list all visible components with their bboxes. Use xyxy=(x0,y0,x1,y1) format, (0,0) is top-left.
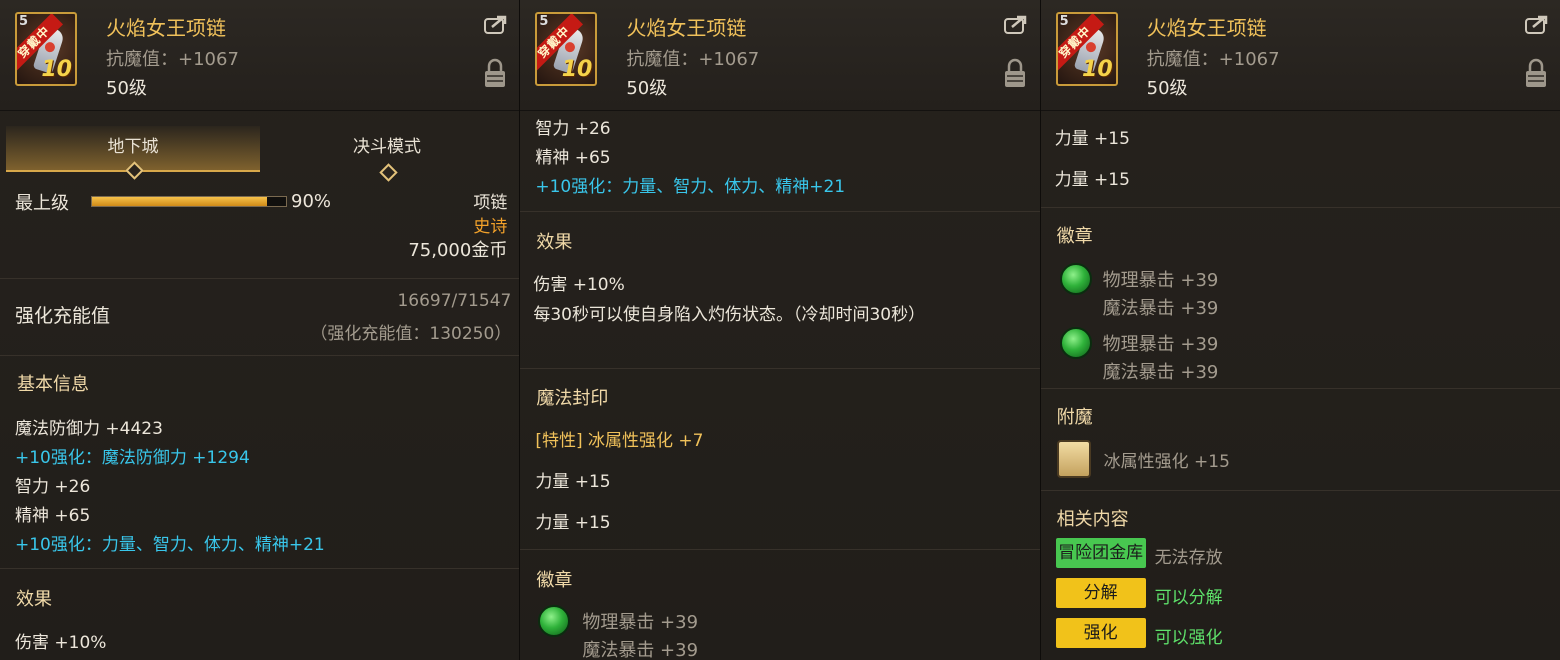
emblem-line: 魔法暴击 +39 xyxy=(1102,362,1219,383)
icon-level-tag: 5 xyxy=(1059,14,1069,29)
emblem-title: 徽章 xyxy=(1056,226,1093,247)
emblem-gem-icon xyxy=(1059,263,1092,295)
charge-total: （强化充能值：130250） xyxy=(310,324,512,344)
tab-indicator-icon xyxy=(379,163,398,182)
charge-value: 16697/71547 xyxy=(397,291,512,311)
share-icon[interactable] xyxy=(1524,14,1549,34)
stat-line: +10强化：力量、智力、体力、精神+21 xyxy=(535,177,846,197)
related-status: 可以强化 xyxy=(1154,628,1223,648)
effect-line: 伤害 +10% xyxy=(533,275,625,295)
tab-dungeon-label: 地下城 xyxy=(107,137,159,157)
mode-tabs: 地下城 决斗模式 xyxy=(6,126,514,182)
tooltip-panel-3: 5 穿戴中 10 火焰女王项链 抗魔值：+1067 50级 力量 +15 力量 … xyxy=(1040,0,1560,660)
item-icon: 5 穿戴中 10 xyxy=(1055,12,1118,86)
enchant-line: 冰属性强化 +15 xyxy=(1103,452,1230,472)
share-icon[interactable] xyxy=(484,14,508,34)
effect-title: 效果 xyxy=(16,589,52,610)
divider xyxy=(1040,490,1560,491)
seal-line: 力量 +15 xyxy=(535,513,611,533)
divider xyxy=(1040,207,1560,208)
item-header: 5 穿戴中 10 火焰女王项链 抗魔值：+1067 50级 xyxy=(520,0,1040,111)
tab-pvp[interactable]: 决斗模式 xyxy=(260,126,514,182)
lock-icon[interactable] xyxy=(1004,58,1026,88)
item-level: 50级 xyxy=(106,78,147,99)
item-type: 项链 xyxy=(473,193,508,213)
seal-line: 力量 +15 xyxy=(535,472,611,492)
divider xyxy=(0,568,520,569)
tab-dungeon[interactable]: 地下城 xyxy=(6,126,260,180)
seal-title: 魔法封印 xyxy=(536,388,609,409)
effect-line: 伤害 +10% xyxy=(15,633,107,653)
item-name: 火焰女王项链 xyxy=(106,16,226,40)
icon-level-tag: 5 xyxy=(539,14,549,29)
emblem-line: 魔法暴击 +39 xyxy=(1102,298,1219,319)
tooltip-panel-2: 5 穿戴中 10 火焰女王项链 抗魔值：+1067 50级 智力 +26 精神 … xyxy=(520,0,1041,660)
divider xyxy=(0,278,520,279)
item-header: 5 穿戴中 10 火焰女王项链 抗魔值：+1067 50级 xyxy=(0,0,520,111)
emblem-title: 徽章 xyxy=(536,570,573,591)
item-name: 火焰女王项链 xyxy=(1146,16,1267,40)
stat-line: 智力 +26 xyxy=(15,477,91,497)
enhance-button[interactable]: 强化 xyxy=(1055,618,1146,648)
item-header: 5 穿戴中 10 火焰女王项链 抗魔值：+1067 50级 xyxy=(1040,0,1560,111)
item-resist: 抗魔值：+1067 xyxy=(1146,49,1280,70)
emblem-gem-icon xyxy=(538,605,571,637)
lock-icon[interactable] xyxy=(1525,58,1547,88)
icon-plus-level: 10 xyxy=(561,57,593,82)
stat-line: 精神 +65 xyxy=(535,148,611,168)
item-resist: 抗魔值：+1067 xyxy=(106,49,239,70)
related-title: 相关内容 xyxy=(1056,509,1129,530)
grade-progress-bar xyxy=(91,196,287,207)
divider xyxy=(1040,388,1560,389)
charge-label: 强化充能值 xyxy=(15,305,111,327)
emblem-line: 物理暴击 +39 xyxy=(1102,270,1219,291)
icon-plus-level: 10 xyxy=(1082,57,1113,82)
related-status: 可以分解 xyxy=(1154,588,1223,608)
stat-line: 魔法防御力 +4423 xyxy=(15,419,163,439)
tab-indicator-icon xyxy=(125,161,144,180)
divider xyxy=(520,549,1040,550)
icon-level-tag: 5 xyxy=(19,14,29,29)
divider xyxy=(520,368,1040,369)
stat-line: +10强化：魔法防御力 +1294 xyxy=(15,448,250,468)
share-icon[interactable] xyxy=(1004,14,1028,34)
basic-info-title: 基本信息 xyxy=(17,374,89,395)
item-resist: 抗魔值：+1067 xyxy=(626,49,760,70)
item-icon: 5 穿戴中 10 xyxy=(15,12,77,86)
adventure-vault-button[interactable]: 冒险团金库 xyxy=(1055,538,1146,568)
seal-line: [特性] 冰属性强化 +7 xyxy=(535,431,704,451)
effect-line: 每30秒可以使自身陷入灼伤状态。（冷却时间30秒） xyxy=(533,305,926,325)
divider xyxy=(520,211,1040,212)
item-level: 50级 xyxy=(1146,78,1188,99)
item-tooltip-screen: 5 穿戴中 10 火焰女王项链 抗魔值：+1067 50级 地下城 决斗模式 最… xyxy=(0,0,1560,660)
related-status: 无法存放 xyxy=(1154,548,1223,568)
enchant-card-icon xyxy=(1056,440,1091,478)
seal-line: 力量 +15 xyxy=(1054,170,1130,190)
stat-line: +10强化：力量、智力、体力、精神+21 xyxy=(15,535,325,555)
grade-label: 最上级 xyxy=(15,193,69,214)
lock-icon[interactable] xyxy=(484,58,506,88)
emblem-line: 物理暴击 +39 xyxy=(582,612,699,633)
divider xyxy=(0,355,520,356)
enchant-title: 附魔 xyxy=(1056,407,1093,428)
tab-pvp-label: 决斗模式 xyxy=(353,137,421,157)
emblem-line: 魔法暴击 +39 xyxy=(582,640,699,660)
grade-percent: 90% xyxy=(291,191,332,212)
effect-title: 效果 xyxy=(536,232,573,253)
stat-line: 精神 +65 xyxy=(15,506,91,526)
item-name: 火焰女王项链 xyxy=(626,16,747,40)
emblem-gem-icon xyxy=(1059,327,1092,359)
item-icon: 5 穿戴中 10 xyxy=(535,12,598,86)
item-price: 75,000金币 xyxy=(408,240,508,261)
item-rarity: 史诗 xyxy=(473,217,508,237)
grade-progress-fill xyxy=(92,197,267,206)
emblem-line: 物理暴击 +39 xyxy=(1102,334,1219,355)
seal-line: 力量 +15 xyxy=(1054,129,1130,149)
item-level: 50级 xyxy=(626,78,668,99)
icon-plus-level: 10 xyxy=(41,57,72,82)
tooltip-panel-1: 5 穿戴中 10 火焰女王项链 抗魔值：+1067 50级 地下城 决斗模式 最… xyxy=(0,0,521,660)
stat-line: 智力 +26 xyxy=(535,119,611,139)
disassemble-button[interactable]: 分解 xyxy=(1055,578,1146,608)
